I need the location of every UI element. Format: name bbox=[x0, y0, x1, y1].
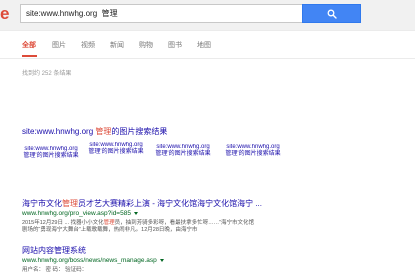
image-results-title-suffix: 的图片搜索结果 bbox=[111, 127, 168, 136]
tab-all[interactable]: 全部 bbox=[22, 40, 36, 50]
image-thumbnail[interactable]: site:www.hnwhg.org 管理'的图片搜索结果 bbox=[22, 146, 80, 166]
thumbnail-line: 管理'的图片搜索结果 bbox=[225, 151, 281, 157]
active-tab-indicator bbox=[22, 55, 37, 57]
snippet-line: 2015年12月29日 ... 找器小小文化管理员，抽到芳骑多彩呀，看最扶拿多忙… bbox=[22, 220, 412, 227]
caret-down-icon[interactable] bbox=[159, 258, 164, 262]
tab-books[interactable]: 图书 bbox=[168, 40, 182, 50]
tab-news[interactable]: 新闻 bbox=[110, 40, 124, 50]
header-divider bbox=[0, 30, 415, 31]
result-snippet: 2015年12月29日 ... 找器小小文化管理员，抽到芳骑多彩呀，看最扶拿多忙… bbox=[22, 220, 412, 234]
tabs-divider bbox=[0, 58, 415, 59]
search-icon bbox=[327, 9, 337, 19]
result-title[interactable]: 网站内容管理系统 bbox=[22, 245, 86, 256]
thumbnail-line: 管理'的图片搜索结果 bbox=[23, 153, 79, 159]
search-input[interactable] bbox=[20, 4, 302, 23]
result-title-suffix: 员才艺大赛精彩上演 - 海宁文化馆海宁文化馆海宁 ... bbox=[78, 199, 262, 208]
result-title-prefix: 网站内容 bbox=[22, 246, 54, 255]
search-button[interactable] bbox=[302, 4, 361, 23]
result-title-keyword: 管理 bbox=[62, 199, 78, 208]
image-thumbnail[interactable]: site:www.hnwhg.org 管理'的图片搜索结果 bbox=[154, 144, 212, 164]
result-title-suffix: 系统 bbox=[70, 246, 86, 255]
thumbnail-line: 管理'的图片搜索结果 bbox=[155, 151, 211, 157]
image-results-title-keyword: 管理 bbox=[95, 127, 112, 136]
tab-images[interactable]: 图片 bbox=[52, 40, 66, 50]
result-snippet: 用户名： 密 码： 验证码： bbox=[22, 267, 412, 274]
tab-videos[interactable]: 视频 bbox=[81, 40, 95, 50]
result-url[interactable]: www.hnwhg.org/pro_view.asp?id=585 bbox=[22, 210, 131, 217]
search-tabs: 全部 图片 视频 新闻 购物 图书 地图 bbox=[0, 32, 415, 58]
result-title-prefix: 海宁市文化 bbox=[22, 199, 62, 208]
snippet-text: 2015年12月29日 ... 找器小小文化 bbox=[22, 220, 104, 226]
image-results-title-prefix: site:www.hnwhg.org bbox=[22, 127, 96, 136]
thumbnail-line: site:www.hnwhg.org bbox=[24, 146, 78, 152]
thumbnail-line: 管理'的图片搜索结果 bbox=[88, 149, 144, 155]
caret-down-icon[interactable] bbox=[133, 211, 138, 215]
snippet-keyword: 管理 bbox=[103, 220, 115, 226]
snippet-line: 用户名： 密 码： 验证码： bbox=[22, 267, 88, 273]
result-url-row: www.hnwhg.org/boss/news/news_manage.asp bbox=[22, 257, 164, 264]
header-bar: e bbox=[0, 0, 415, 30]
image-thumbnail[interactable]: site:www.hnwhg.org 管理'的图片搜索结果 bbox=[87, 142, 145, 162]
snippet-text: 员，抽到芳骑多彩呀，看最扶拿多忙呀……”海宁市文化馆 bbox=[114, 220, 254, 226]
result-title[interactable]: 海宁市文化管理员才艺大赛精彩上演 - 海宁文化馆海宁文化馆海宁 ... bbox=[22, 198, 412, 209]
result-url-row: www.hnwhg.org/pro_view.asp?id=585 bbox=[22, 210, 138, 217]
result-title-keyword: 管理 bbox=[54, 246, 70, 255]
result-stats: 找到约 252 条结果 bbox=[22, 71, 72, 77]
snippet-line: 剧场的“勇现海宁大舞台”上载歌载舞，热闹非凡。12月28日晚，由海宁市 bbox=[22, 227, 198, 233]
tab-shopping[interactable]: 购物 bbox=[139, 40, 153, 50]
logo[interactable]: e bbox=[0, 4, 10, 24]
thumbnail-line: site:www.hnwhg.org bbox=[226, 144, 280, 150]
image-results-title[interactable]: site:www.hnwhg.org 管理的图片搜索结果 bbox=[22, 126, 167, 137]
result-url[interactable]: www.hnwhg.org/boss/news/news_manage.asp bbox=[22, 257, 157, 264]
thumbnail-line: site:www.hnwhg.org bbox=[156, 144, 210, 150]
tab-maps[interactable]: 地图 bbox=[197, 40, 211, 50]
thumbnail-line: site:www.hnwhg.org bbox=[89, 142, 143, 148]
image-thumbnail[interactable]: site:www.hnwhg.org 管理'的图片搜索结果 bbox=[224, 144, 282, 164]
